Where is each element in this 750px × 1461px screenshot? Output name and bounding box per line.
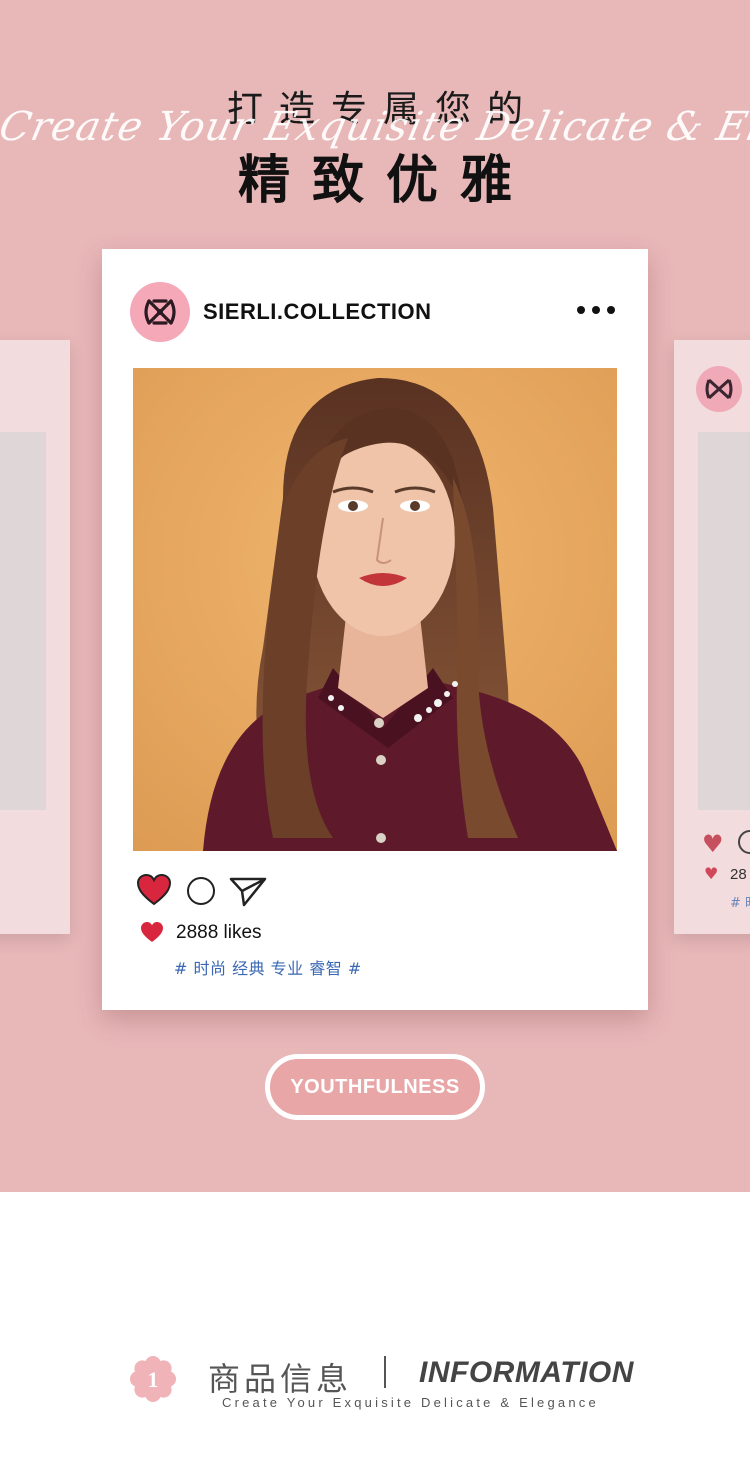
section-number-flower-icon: 1 — [130, 1356, 176, 1402]
likes-heart-icon — [141, 922, 163, 942]
side-card-avatar — [696, 366, 742, 412]
likes-count: 2888 likes — [176, 922, 262, 943]
post-tags[interactable]: # 时尚 经典 专业 睿智 # — [174, 955, 362, 979]
post-card: SIERLI.COLLECTION 2888 likes # 时尚 经典 专业 … — [102, 249, 648, 1010]
brand-logo-icon — [144, 299, 176, 325]
info-subtitle: Create Your Exquisite Delicate & Eleganc… — [222, 1395, 599, 1410]
post-photo — [133, 368, 617, 851]
side-card-image-placeholder — [698, 432, 750, 810]
youthfulness-badge: YOUTHFULNESS — [265, 1054, 485, 1120]
info-title-cn: 商品信息 — [208, 1360, 353, 1398]
side-card-left — [0, 340, 70, 934]
info-title-en: INFORMATION — [419, 1356, 634, 1389]
section-number: 1 — [148, 1367, 159, 1392]
comment-icon[interactable] — [187, 877, 215, 905]
profile-avatar[interactable] — [130, 282, 190, 342]
like-heart-icon[interactable] — [136, 873, 172, 907]
side-comment-icon — [738, 830, 750, 854]
brand-logo-icon — [705, 378, 733, 400]
badge-label: YOUTHFULNESS — [290, 1075, 460, 1098]
headline-main: 精致优雅 — [237, 151, 534, 211]
model-portrait-image — [133, 368, 617, 851]
title-divider — [384, 1356, 386, 1388]
side-likes-count: 28 — [730, 866, 747, 883]
side-heart-icon: ♥ — [702, 830, 724, 858]
share-paper-plane-icon[interactable] — [228, 875, 268, 907]
side-card-right: ♥ ♥ 28 # 时 — [674, 340, 750, 934]
more-options-icon[interactable] — [577, 300, 615, 320]
hero-section: 打造专属您的 Create Your Exquisite Delicate & … — [0, 0, 750, 1192]
post-username[interactable]: SIERLI.COLLECTION — [203, 299, 432, 325]
side-card-image-placeholder — [0, 432, 46, 810]
side-tags: # 时 — [730, 896, 750, 911]
side-likes-heart-icon: ♥ — [704, 864, 719, 883]
